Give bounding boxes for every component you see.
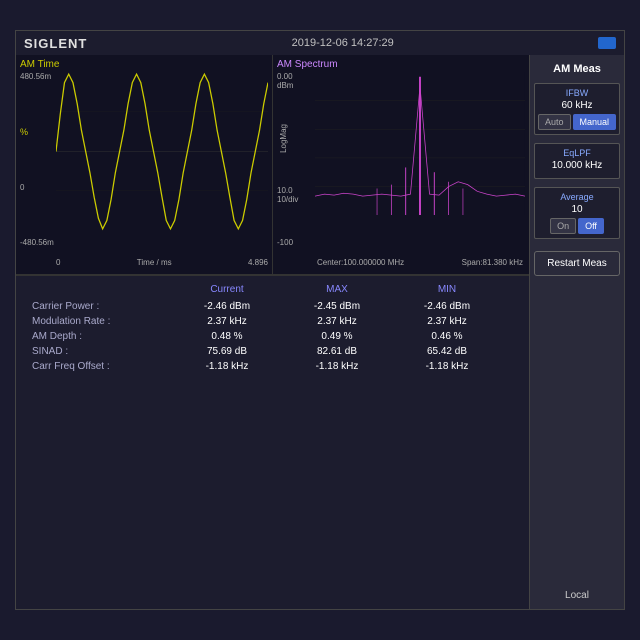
ifbw-label: IFBW: [539, 88, 615, 98]
row-min-3: 65.42 dB: [392, 346, 502, 357]
row-label-2: AM Depth :: [32, 331, 172, 342]
table-row: Carrier Power : -2.46 dBm -2.45 dBm -2.4…: [32, 301, 513, 312]
average-on-btn[interactable]: On: [550, 218, 576, 234]
main-screen: SIGLENT 2019-12-06 14:27:29 AM Time 480.…: [15, 30, 625, 610]
spec-y-bottom: -100: [277, 238, 315, 247]
row-current-0: -2.46 dBm: [172, 301, 282, 312]
row-max-3: 82.61 dB: [282, 346, 392, 357]
charts-row: AM Time 480.56m % 0 -480.56m: [16, 55, 529, 275]
row-label-1: Modulation Rate :: [32, 316, 172, 327]
row-min-0: -2.46 dBm: [392, 301, 502, 312]
average-toggle: On Off: [539, 218, 615, 234]
time-y-min: -480.56m: [20, 238, 56, 247]
spec-y-div: 10.0: [277, 186, 315, 195]
right-panel: AM Meas IFBW 60 kHz Auto Manual EqLPF 10…: [529, 55, 624, 609]
row-max-1: 2.37 kHz: [282, 316, 392, 327]
local-label: Local: [534, 586, 620, 605]
row-min-4: -1.18 kHz: [392, 361, 502, 372]
ifbw-section: IFBW 60 kHz Auto Manual: [534, 83, 620, 135]
header: SIGLENT 2019-12-06 14:27:29: [16, 31, 624, 55]
table-row: Carr Freq Offset : -1.18 kHz -1.18 kHz -…: [32, 361, 513, 372]
time-chart: AM Time 480.56m % 0 -480.56m: [16, 55, 273, 274]
col-max: MAX: [282, 284, 392, 295]
table-row: AM Depth : 0.48 % 0.49 % 0.46 %: [32, 331, 513, 342]
time-chart-svg: [56, 72, 268, 231]
row-label-3: SINAD :: [32, 346, 172, 357]
eqlpf-value: 10.000 kHz: [539, 160, 615, 171]
panel-title: AM Meas: [534, 59, 620, 79]
time-y-unit: %: [20, 127, 56, 137]
col-min: MIN: [392, 284, 502, 295]
average-section: Average 10 On Off: [534, 187, 620, 239]
spec-y-top: 0.00: [277, 72, 315, 81]
spec-y-div-unit: 10/div: [277, 195, 315, 204]
row-max-4: -1.18 kHz: [282, 361, 392, 372]
average-label: Average: [539, 192, 615, 202]
spec-center: Center:100.000000 MHz: [317, 258, 404, 267]
row-current-3: 75.69 dB: [172, 346, 282, 357]
spec-y-unit-top: dBm: [277, 81, 315, 90]
row-current-1: 2.37 kHz: [172, 316, 282, 327]
spectrum-chart: AM Spectrum 0.00 dBm LogMag: [273, 55, 529, 274]
spec-span: Span:81.380 kHz: [462, 258, 523, 267]
datetime: 2019-12-06 14:27:29: [292, 37, 394, 49]
average-value: 10: [539, 204, 615, 215]
network-icon: [598, 37, 616, 49]
row-min-1: 2.37 kHz: [392, 316, 502, 327]
ifbw-auto-btn[interactable]: Auto: [538, 114, 571, 130]
eqlpf-label: EqLPF: [539, 148, 615, 158]
time-x-max: 4.896: [248, 258, 268, 267]
col-current: Current: [172, 284, 282, 295]
ifbw-manual-btn[interactable]: Manual: [573, 114, 617, 130]
eqlpf-section: EqLPF 10.000 kHz: [534, 143, 620, 179]
time-y-zero: 0: [20, 183, 56, 192]
spectrum-chart-title: AM Spectrum: [277, 59, 525, 70]
time-y-max: 480.56m: [20, 72, 56, 81]
measurements-table: Current MAX MIN Carrier Power : -2.46 dB…: [16, 275, 529, 609]
ifbw-value: 60 kHz: [539, 100, 615, 111]
average-off-btn[interactable]: Off: [578, 218, 604, 234]
row-max-2: 0.49 %: [282, 331, 392, 342]
time-x-min: 0: [56, 258, 60, 267]
row-label-4: Carr Freq Offset :: [32, 361, 172, 372]
spectrum-chart-svg: [315, 72, 525, 215]
main-content: AM Time 480.56m % 0 -480.56m: [16, 55, 624, 609]
table-row: SINAD : 75.69 dB 82.61 dB 65.42 dB: [32, 346, 513, 357]
row-current-4: -1.18 kHz: [172, 361, 282, 372]
logo: SIGLENT: [24, 36, 87, 51]
table-header: Current MAX MIN: [32, 284, 513, 295]
row-max-0: -2.45 dBm: [282, 301, 392, 312]
spec-log-label: LogMag: [279, 124, 288, 153]
left-panel: AM Time 480.56m % 0 -480.56m: [16, 55, 529, 609]
row-min-2: 0.46 %: [392, 331, 502, 342]
row-current-2: 0.48 %: [172, 331, 282, 342]
time-x-label: Time / ms: [137, 258, 172, 267]
row-label-0: Carrier Power :: [32, 301, 172, 312]
restart-meas-button[interactable]: Restart Meas: [534, 251, 620, 276]
time-chart-title: AM Time: [20, 59, 268, 70]
table-row: Modulation Rate : 2.37 kHz 2.37 kHz 2.37…: [32, 316, 513, 327]
ifbw-toggle: Auto Manual: [539, 114, 615, 130]
